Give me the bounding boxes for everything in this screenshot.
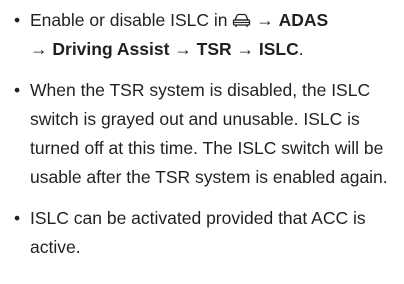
arrow-separator: → (169, 39, 197, 59)
item-text: Enable or disable ISLC in → ADAS → Drivi… (30, 10, 328, 59)
list-item: • When the TSR system is disabled, the I… (14, 76, 398, 192)
menu-path-tsr: TSR (196, 39, 232, 59)
item-text: When the TSR system is disabled, the ISL… (30, 80, 388, 187)
menu-path-adas: ADAS (278, 10, 329, 30)
arrow-separator: → (30, 39, 53, 59)
arrow-separator: → (231, 39, 259, 59)
list-item: • Enable or disable ISLC in → ADAS → Dri… (14, 6, 398, 64)
list-item: • ISLC can be activated provided that AC… (14, 204, 398, 262)
text-segment: . (298, 39, 304, 59)
text-segment: Enable or disable ISLC in (30, 10, 233, 30)
menu-path-driving-assist: Driving Assist (52, 39, 170, 59)
bullet: • (14, 10, 21, 30)
arrow-separator: → (251, 10, 279, 30)
item-text: ISLC can be activated provided that ACC … (30, 208, 366, 257)
instruction-list: • Enable or disable ISLC in → ADAS → Dri… (14, 6, 398, 274)
car-icon (233, 13, 251, 27)
menu-path-islc: ISLC (258, 39, 299, 59)
bullet: • (14, 208, 21, 228)
bullet: • (14, 80, 21, 100)
